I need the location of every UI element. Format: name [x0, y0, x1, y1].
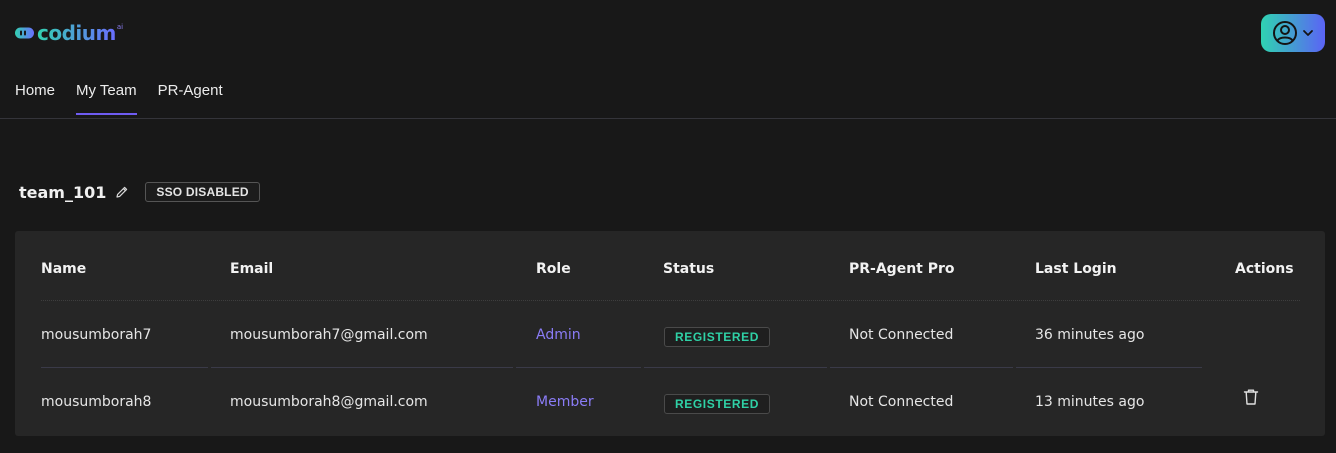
- row-divider: [516, 367, 641, 368]
- user-circle-icon: [1273, 21, 1297, 45]
- column-header-pr-agent-pro: PR-Agent Pro: [849, 261, 955, 277]
- status-badge: REGISTERED: [664, 394, 771, 414]
- team-name: team_101: [19, 182, 107, 202]
- chevron-down-icon: [1303, 30, 1313, 36]
- column-header-actions: Actions: [1235, 261, 1294, 277]
- tab-home[interactable]: Home: [15, 82, 55, 115]
- tab-my-team[interactable]: My Team: [76, 82, 137, 115]
- status-badge: REGISTERED: [664, 327, 771, 347]
- trash-icon[interactable]: [1243, 388, 1259, 406]
- tab-pr-agent[interactable]: PR-Agent: [158, 82, 223, 115]
- cell-pr-agent-pro: Not Connected: [849, 327, 954, 343]
- header-divider: [41, 300, 1300, 301]
- row-divider: [644, 367, 827, 368]
- cell-role-link[interactable]: Member: [536, 394, 594, 410]
- column-header-last-login: Last Login: [1035, 261, 1117, 277]
- main-nav: Home My Team PR-Agent: [15, 82, 244, 115]
- cell-email: mousumborah8@gmail.com: [230, 394, 428, 410]
- codium-logo[interactable]: codium ai: [14, 20, 123, 46]
- top-header: codium ai Home My Team PR-Agent: [0, 0, 1336, 119]
- column-header-email: Email: [230, 261, 274, 277]
- team-members-table: Name Email Role Status PR-Agent Pro Last…: [15, 231, 1325, 436]
- cell-email: mousumborah7@gmail.com: [230, 327, 428, 343]
- column-header-name: Name: [41, 261, 87, 277]
- brand-name: codium: [37, 21, 116, 45]
- user-menu-button[interactable]: [1261, 14, 1325, 52]
- cell-pr-agent-pro: Not Connected: [849, 394, 954, 410]
- cell-role-link[interactable]: Admin: [536, 327, 581, 343]
- row-divider: [830, 367, 1013, 368]
- pencil-icon[interactable]: [115, 185, 129, 199]
- column-header-role: Role: [536, 261, 571, 277]
- cell-name: mousumborah8: [41, 394, 152, 410]
- sso-status-badge: SSO DISABLED: [145, 182, 260, 202]
- codium-logo-mark-icon: [15, 27, 34, 39]
- cell-last-login: 13 minutes ago: [1035, 394, 1145, 410]
- cell-last-login: 36 minutes ago: [1035, 327, 1145, 343]
- column-header-status: Status: [663, 261, 715, 277]
- row-divider: [1016, 367, 1202, 368]
- row-divider: [211, 367, 513, 368]
- brand-superscript: ai: [116, 23, 124, 31]
- row-divider: [41, 367, 208, 368]
- cell-name: mousumborah7: [41, 327, 152, 343]
- team-header: team_101 SSO DISABLED: [19, 182, 260, 202]
